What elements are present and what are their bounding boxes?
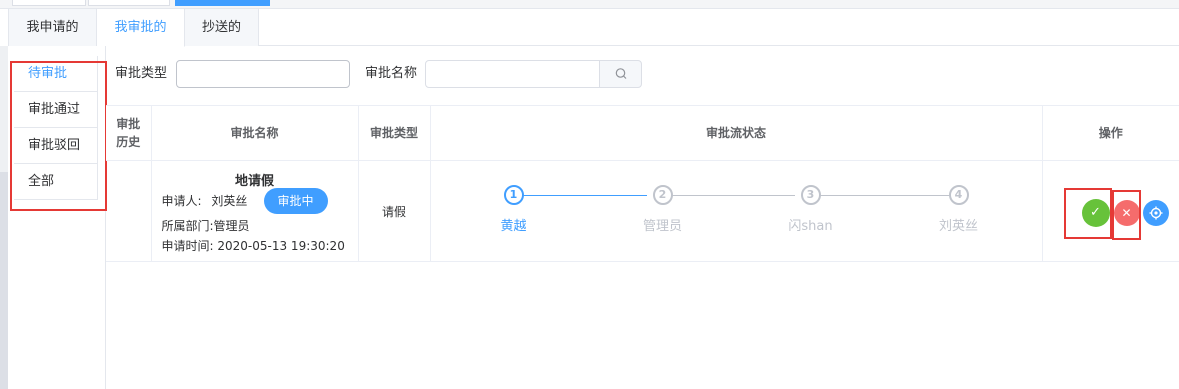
tab-my-approvals[interactable]: 我审批的	[97, 9, 185, 47]
step-3-circle: 3	[800, 185, 821, 205]
left-gutter	[0, 46, 8, 389]
apply-time-value: 2020-05-13 19:30:20	[217, 239, 345, 253]
top-tab-stub[interactable]	[88, 0, 170, 6]
header-type: 审批类型	[357, 105, 431, 161]
side-item-rejected[interactable]: 审批驳回	[14, 128, 98, 164]
table-header-row: 审批历史 审批名称 审批类型 审批流状态 操作	[106, 105, 1179, 161]
step-3-label: 闪shan	[788, 219, 833, 234]
header-flow-status: 审批流状态	[429, 105, 1043, 161]
history-cell	[106, 160, 152, 262]
approval-title: 地请假	[234, 174, 274, 189]
type-filter-label: 审批类型	[115, 66, 168, 81]
settings-icon	[1149, 206, 1162, 220]
settings-button[interactable]	[1142, 200, 1169, 226]
applicant-name: 刘英丝	[211, 194, 248, 208]
scrollbar[interactable]	[0, 172, 8, 389]
apply-time-label: 申请时间:	[161, 239, 214, 253]
approval-table: 审批历史 审批名称 审批类型 审批流状态 操作 地请假 申请人: 刘英丝 审批中…	[106, 105, 1179, 262]
department-label: 所属部门:	[161, 219, 214, 233]
search-icon	[615, 68, 627, 79]
approve-button[interactable]: ✓	[1081, 199, 1110, 227]
header-operations: 操作	[1041, 105, 1179, 161]
step-connector	[522, 195, 647, 196]
applicant-line: 申请人: 刘英丝	[162, 192, 248, 209]
header-history: 审批历史	[106, 105, 152, 161]
side-item-approved[interactable]: 审批通过	[14, 92, 98, 128]
check-icon: ✓	[1090, 205, 1101, 220]
operations-cell: ✓ ✕	[1041, 160, 1179, 262]
approval-type-cell: 请假	[357, 160, 431, 262]
status-side-menu: 待审批 审批通过 审批驳回 全部	[14, 56, 98, 200]
applicant-label: 申请人:	[161, 194, 202, 208]
type-filter-input[interactable]	[176, 60, 350, 88]
side-item-pending[interactable]: 待审批	[14, 56, 98, 92]
approval-tabs: 我申请的 我审批的 抄送的	[8, 9, 1179, 47]
step-1-label: 黄越	[500, 219, 527, 234]
close-icon: ✕	[1121, 206, 1132, 220]
step-connector	[666, 195, 795, 196]
status-badge: 审批中	[263, 188, 328, 214]
header-name: 审批名称	[150, 105, 359, 161]
tab-my-applications[interactable]: 我申请的	[8, 9, 97, 46]
approval-name-cell: 地请假 申请人: 刘英丝 审批中 所属部门:管理员 申请时间: 2020-05-…	[150, 160, 359, 262]
step-1-circle: 1	[503, 185, 524, 205]
flow-status-cell: 1 2 3 4 黄越 管理员 闪shan 刘英丝	[429, 160, 1043, 262]
top-tab-stub[interactable]	[12, 0, 86, 6]
tab-cc[interactable]: 抄送的	[185, 9, 259, 46]
filter-bar: 审批类型 审批名称	[106, 56, 1179, 92]
name-filter-label: 审批名称	[365, 66, 418, 81]
top-strip	[0, 0, 1179, 9]
top-tab-stub-active[interactable]	[175, 0, 270, 6]
name-filter-input[interactable]	[425, 60, 601, 88]
step-4-label: 刘英丝	[938, 219, 978, 234]
side-item-all[interactable]: 全部	[14, 164, 98, 200]
step-connector	[814, 195, 950, 196]
table-row: 地请假 申请人: 刘英丝 审批中 所属部门:管理员 申请时间: 2020-05-…	[106, 160, 1179, 262]
step-2-circle: 2	[652, 185, 673, 205]
department-line: 所属部门:管理员	[162, 217, 250, 234]
reject-button[interactable]: ✕	[1113, 200, 1140, 226]
flow-steps: 1 2 3 4 黄越 管理员 闪shan 刘英丝	[431, 161, 1042, 261]
step-2-label: 管理员	[642, 219, 682, 234]
search-button[interactable]	[599, 60, 642, 88]
apply-time-line: 申请时间: 2020-05-13 19:30:20	[162, 237, 345, 254]
department-name: 管理员	[213, 219, 250, 233]
step-4-circle: 4	[948, 185, 969, 205]
